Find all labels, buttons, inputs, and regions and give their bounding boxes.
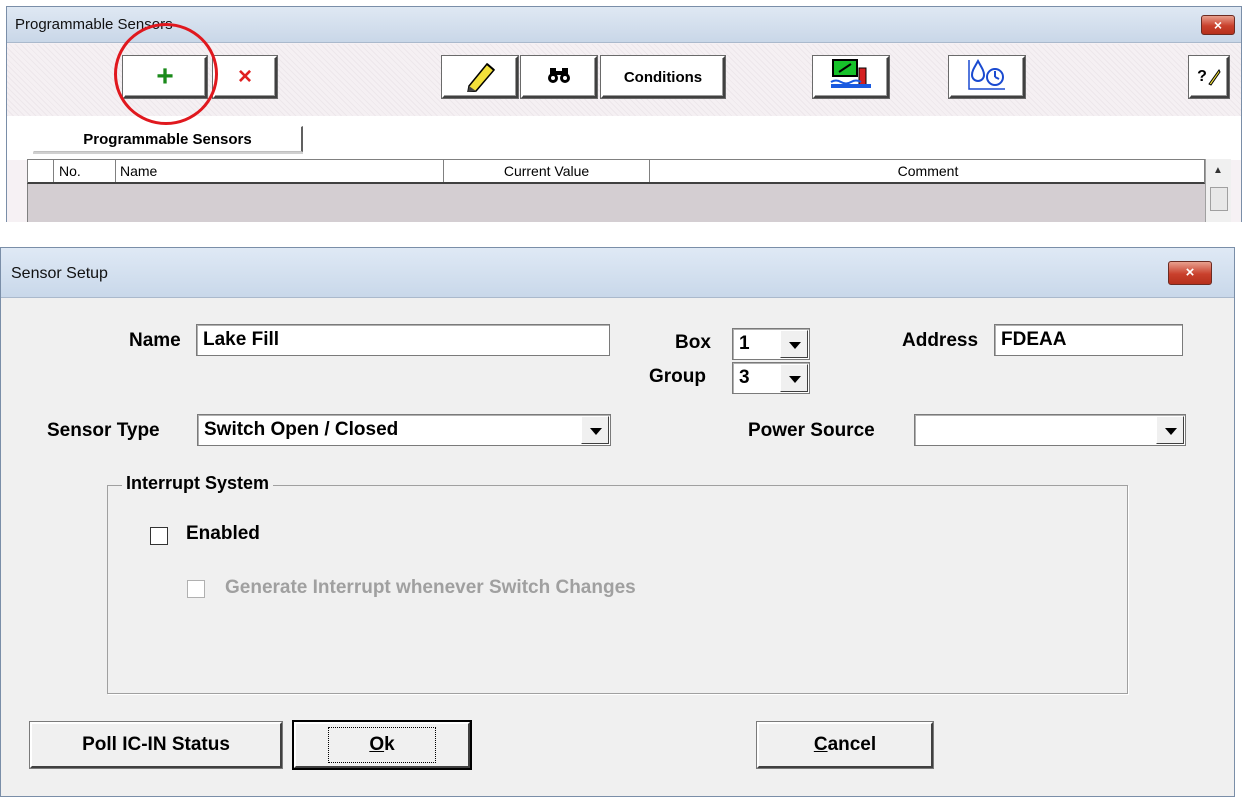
power-source-dropdown-icon[interactable] bbox=[1156, 416, 1184, 444]
level-monitor-icon bbox=[829, 58, 873, 96]
help-button[interactable]: ? bbox=[1189, 56, 1229, 98]
box-label: Box bbox=[675, 332, 711, 353]
help-icon: ? bbox=[1197, 68, 1221, 86]
programmable-sensors-window: Programmable Sensors × + × Conditions ? … bbox=[6, 6, 1242, 222]
poll-ic-in-status-button[interactable]: Poll IC-IN Status bbox=[30, 722, 282, 768]
delete-sensor-button[interactable]: × bbox=[213, 56, 277, 98]
sensor-grid-header: No. Name Current Value Comment bbox=[27, 159, 1205, 184]
power-source-label: Power Source bbox=[748, 420, 875, 441]
delete-x-icon: × bbox=[237, 63, 252, 90]
scroll-up-arrow-icon[interactable]: ▲ bbox=[1213, 165, 1223, 176]
tab-label: Programmable Sensors bbox=[83, 130, 252, 148]
dialog-close-button[interactable]: × bbox=[1168, 261, 1212, 285]
column-header-no[interactable]: No. bbox=[54, 160, 116, 182]
find-button[interactable] bbox=[521, 56, 597, 98]
cancel-button[interactable]: Cancel bbox=[757, 722, 933, 768]
enabled-label[interactable]: Enabled bbox=[186, 523, 260, 545]
sensor-type-value: Switch Open / Closed bbox=[204, 419, 399, 440]
column-header-name[interactable]: Name bbox=[116, 160, 444, 182]
row-selector-header bbox=[28, 160, 54, 182]
interrupt-system-label: Interrupt System bbox=[122, 473, 274, 494]
cancel-mnemonic: C bbox=[813, 734, 828, 755]
sensor-setup-dialog: Sensor Setup × Name Lake Fill Box 1 Grou… bbox=[0, 247, 1235, 797]
ok-button-focus-rect: Ok bbox=[328, 727, 436, 763]
sensor-type-dropdown-icon[interactable] bbox=[581, 416, 609, 444]
sensor-type-label: Sensor Type bbox=[47, 420, 160, 441]
power-source-select[interactable] bbox=[914, 414, 1186, 446]
binoculars-icon bbox=[548, 66, 570, 88]
box-select-value: 1 bbox=[739, 333, 750, 354]
column-header-comment[interactable]: Comment bbox=[650, 160, 1206, 182]
enabled-checkbox[interactable] bbox=[150, 527, 168, 545]
column-header-current-value[interactable]: Current Value bbox=[444, 160, 650, 182]
ok-button[interactable]: Ok bbox=[294, 722, 470, 768]
box-select[interactable]: 1 bbox=[732, 328, 810, 360]
conditions-label: Conditions bbox=[623, 68, 703, 86]
level-monitor-button[interactable] bbox=[813, 56, 889, 98]
help-question-mark: ? bbox=[1197, 68, 1207, 85]
pencil-icon bbox=[461, 58, 499, 96]
box-dropdown-icon[interactable] bbox=[780, 330, 808, 358]
generate-interrupt-checkbox bbox=[187, 580, 205, 598]
scroll-thumb[interactable] bbox=[1210, 187, 1228, 211]
edit-button[interactable] bbox=[442, 56, 518, 98]
address-label: Address bbox=[902, 330, 979, 351]
name-input[interactable]: Lake Fill bbox=[196, 324, 610, 356]
generate-interrupt-label: Generate Interrupt whenever Switch Chang… bbox=[225, 577, 636, 598]
group-select[interactable]: 3 bbox=[732, 362, 810, 394]
water-schedule-button[interactable] bbox=[949, 56, 1025, 98]
close-button[interactable]: × bbox=[1201, 15, 1235, 35]
name-label: Name bbox=[129, 330, 181, 351]
group-dropdown-icon[interactable] bbox=[780, 364, 808, 392]
dialog-title: Sensor Setup bbox=[11, 265, 108, 282]
address-input[interactable]: FDEAA bbox=[994, 324, 1183, 356]
water-clock-icon bbox=[967, 58, 1007, 96]
tab-strip: Programmable Sensors bbox=[7, 116, 1241, 160]
dialog-title-bar[interactable]: Sensor Setup × bbox=[1, 248, 1234, 298]
highlight-circle-annotation bbox=[114, 23, 218, 125]
poll-button-label: Poll IC-IN Status bbox=[82, 734, 230, 755]
sensor-type-select[interactable]: Switch Open / Closed bbox=[197, 414, 611, 446]
sensor-grid-body[interactable] bbox=[27, 184, 1205, 222]
ok-label-rest: k bbox=[384, 734, 395, 755]
tab-underline bbox=[33, 152, 303, 154]
vertical-scrollbar[interactable]: ▲ bbox=[1205, 159, 1231, 222]
interrupt-system-group: Interrupt System Enabled Generate Interr… bbox=[107, 473, 1128, 694]
conditions-button[interactable]: Conditions bbox=[601, 56, 725, 98]
ok-mnemonic: O bbox=[369, 734, 385, 755]
tab-programmable-sensors[interactable]: Programmable Sensors bbox=[33, 126, 303, 152]
cancel-label-rest: ancel bbox=[827, 734, 877, 755]
group-select-value: 3 bbox=[739, 367, 750, 388]
group-label: Group bbox=[649, 366, 706, 387]
